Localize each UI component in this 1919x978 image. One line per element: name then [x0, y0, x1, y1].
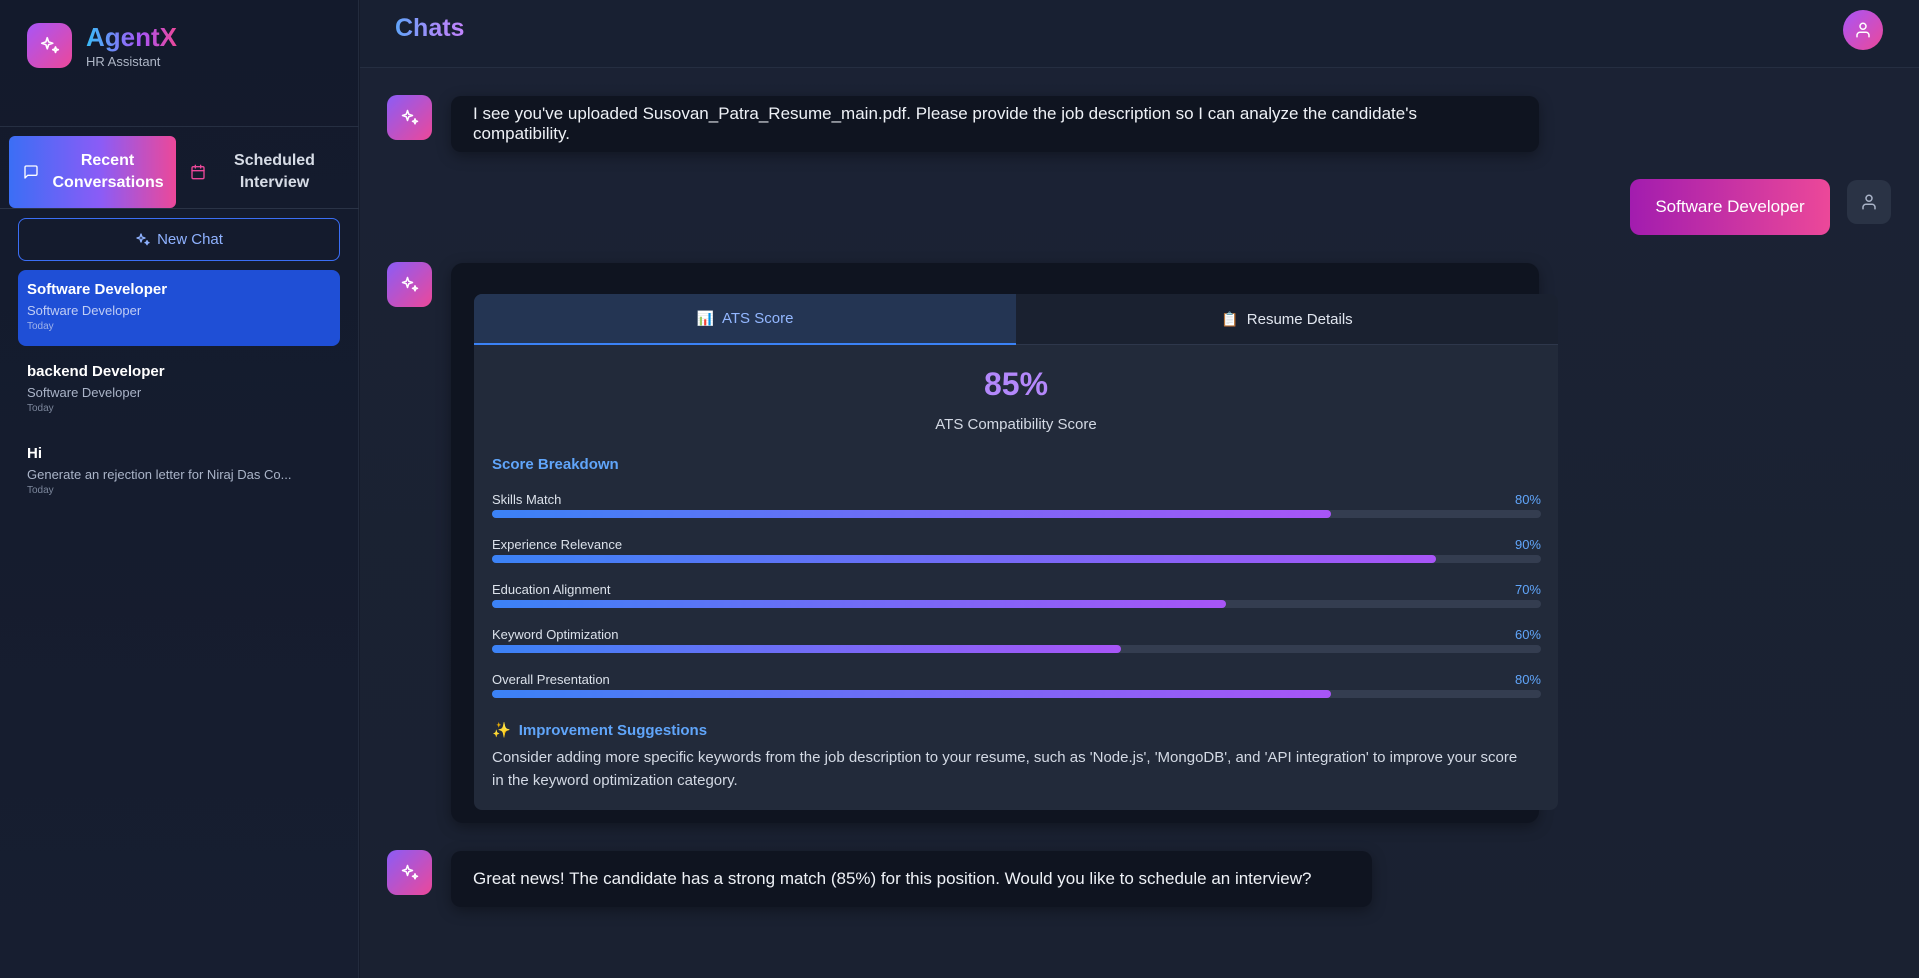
- conversation-time: Today: [27, 485, 54, 496]
- metric-name: Skills Match: [492, 492, 562, 507]
- user-icon: [1854, 21, 1872, 39]
- progress-track: [492, 645, 1541, 653]
- ats-score-value: 85%: [474, 366, 1558, 403]
- metric-row: Education Alignment 70%: [492, 582, 1541, 614]
- conversation-title: backend Developer: [27, 363, 165, 380]
- tab-ats-score[interactable]: 📊 ATS Score: [474, 294, 1016, 345]
- metric-value: 80%: [1514, 492, 1541, 507]
- ats-message: 📊 ATS Score 📋 Resume Details 85% ATS Com…: [451, 263, 1558, 823]
- bot-avatar: [387, 262, 432, 307]
- divider: [0, 126, 359, 127]
- tab-label: Recent Conversations: [52, 152, 164, 191]
- progress-track: [492, 510, 1541, 518]
- breakdown-title: Score Breakdown: [492, 456, 619, 473]
- tab-label: Scheduled Interview: [234, 152, 315, 191]
- metric-row: Skills Match 80%: [492, 492, 1541, 524]
- progress-fill: [492, 645, 1122, 653]
- metric-name: Education Alignment: [492, 582, 611, 597]
- chat-area: I see you've uploaded Susovan_Patra_Resu…: [360, 68, 1919, 978]
- user-avatar: [1847, 180, 1891, 224]
- tab-label: Resume Details: [1246, 310, 1353, 328]
- metric-value: 90%: [1514, 537, 1541, 552]
- progress-track: [492, 555, 1541, 563]
- ats-score-label: ATS Compatibility Score: [935, 416, 1097, 433]
- tab-resume-details[interactable]: 📋 Resume Details: [1016, 294, 1558, 345]
- conversation-subtitle: Software Developer: [27, 303, 142, 318]
- progress-track: [492, 600, 1541, 608]
- metric-row: Overall Presentation 80%: [492, 672, 1541, 704]
- brand-name: AgentX: [86, 22, 177, 52]
- progress-fill: [492, 690, 1332, 698]
- conversation-item[interactable]: Hi Generate an rejection letter for Nira…: [18, 434, 340, 510]
- progress-track: [492, 690, 1541, 698]
- metric-name: Keyword Optimization: [492, 627, 619, 642]
- progress-fill: [492, 555, 1437, 563]
- page-title: Chats: [395, 14, 465, 42]
- sidebar-tabs: Recent Conversations Scheduled Interview: [9, 136, 343, 208]
- metric-value: 60%: [1514, 627, 1541, 642]
- sparkle-icon: [400, 863, 420, 883]
- conversation-title: Hi: [27, 445, 42, 462]
- improvement-title-text: Improvement Suggestions: [518, 721, 708, 739]
- conversation-time: Today: [27, 321, 54, 332]
- card-tabs: 📊 ATS Score 📋 Resume Details: [474, 294, 1558, 345]
- user-message: Software Developer: [1630, 179, 1830, 235]
- conversation-item[interactable]: backend Developer Software Developer Tod…: [18, 352, 340, 428]
- header: Chats: [360, 0, 1919, 68]
- improvement-text: Consider adding more specific keywords f…: [492, 749, 1518, 789]
- conversation-item[interactable]: Software Developer Software Developer To…: [18, 270, 340, 346]
- conversation-subtitle: Generate an rejection letter for Niraj D…: [27, 467, 292, 482]
- brand: AgentX HR Assistant: [27, 22, 177, 69]
- progress-fill: [492, 510, 1332, 518]
- new-chat-button[interactable]: New Chat: [18, 218, 340, 261]
- sparkle-icon: [400, 108, 420, 128]
- chat-bubble-icon: [23, 164, 39, 180]
- metric-value: 80%: [1514, 672, 1541, 687]
- progress-fill: [492, 600, 1227, 608]
- sparkle-icon: [400, 275, 420, 295]
- bot-message: I see you've uploaded Susovan_Patra_Resu…: [451, 96, 1539, 152]
- message-text: Software Developer: [1655, 197, 1805, 216]
- improvement-title: ✨ Improvement Suggestions: [492, 721, 708, 740]
- bot-avatar: [387, 850, 432, 895]
- metric-name: Experience Relevance: [492, 537, 623, 552]
- metric-name: Overall Presentation: [492, 672, 610, 687]
- tab-label: ATS Score: [722, 310, 794, 327]
- new-chat-label: New Chat: [157, 231, 223, 248]
- brand-subtitle: HR Assistant: [86, 54, 161, 69]
- metric-row: Experience Relevance 90%: [492, 537, 1541, 569]
- message-text: I see you've uploaded Susovan_Patra_Resu…: [473, 104, 1417, 143]
- bot-avatar: [387, 95, 432, 140]
- conversation-title: Software Developer: [27, 281, 168, 298]
- ats-card: 📊 ATS Score 📋 Resume Details 85% ATS Com…: [474, 294, 1558, 810]
- conversation-subtitle: Software Developer: [27, 385, 142, 400]
- divider: [0, 208, 359, 209]
- user-icon: [1860, 193, 1878, 211]
- tab-scheduled-interview[interactable]: Scheduled Interview: [176, 136, 343, 208]
- bot-message: Great news! The candidate has a strong m…: [451, 851, 1372, 907]
- conversation-time: Today: [27, 403, 54, 414]
- sparkle-icon: [135, 232, 151, 248]
- sparkle-icon: [27, 23, 72, 68]
- clipboard-icon: 📋: [1221, 310, 1239, 327]
- calendar-icon: [190, 164, 206, 180]
- sidebar: AgentX HR Assistant Recent Conversations…: [0, 0, 359, 978]
- user-avatar-button[interactable]: [1843, 10, 1883, 50]
- metric-value: 70%: [1514, 582, 1541, 597]
- tab-recent-conversations[interactable]: Recent Conversations: [9, 136, 176, 208]
- chart-icon: 📊: [696, 310, 714, 326]
- sparkles-icon: ✨: [492, 722, 511, 739]
- message-text: Great news! The candidate has a strong m…: [473, 869, 1312, 888]
- metric-row: Keyword Optimization 60%: [492, 627, 1541, 659]
